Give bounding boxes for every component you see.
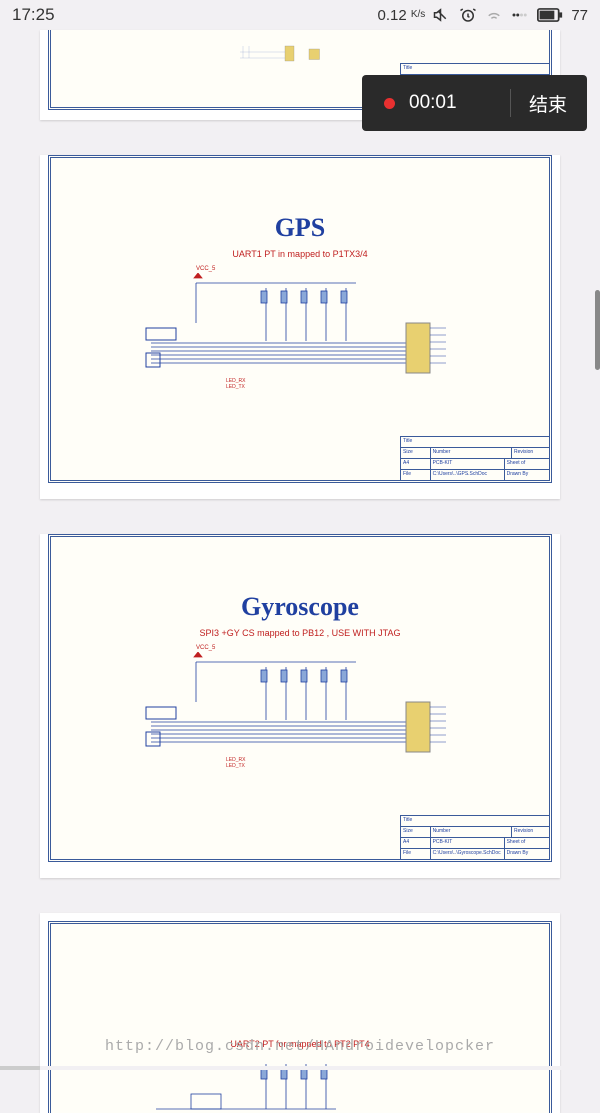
battery-percent: 77 [571,7,588,24]
scrollbar-thumb[interactable] [595,290,600,370]
scrollbar[interactable] [595,30,600,1067]
schematic-title [51,924,549,979]
circuit-diagram [136,273,466,403]
network-speed: 0.12 K/s [377,7,425,24]
led-labels: LED_RXLED_TX [226,757,245,769]
schematic-card-gyroscope[interactable]: Gyroscope SPI3 +GY CS mapped to PB12 , U… [40,534,560,878]
alarm-icon [459,6,477,24]
record-dot-icon [384,98,395,109]
watermark: http://blog.csdn.net/HAndroidevelopcker [0,1038,600,1055]
circuit-diagram [136,652,466,782]
clock: 17:25 [12,5,55,25]
schematic-card-gps[interactable]: GPS UART1 PT in mapped to P1TX3/4 VCC_5 [40,155,560,499]
wifi-icon [485,6,503,24]
battery-icon [537,6,563,24]
recording-time: 00:01 [409,92,492,114]
recording-overlay: 00:01 结束 [362,75,587,131]
vcc-label: VCC_5 [196,266,215,272]
schematic-title: Gyroscope [51,537,549,622]
content-scroll[interactable]: Title SizeNumberRevision A4 DateSheet of… [0,30,600,1113]
mute-icon [433,6,451,24]
schematic-title: GPS [51,158,549,243]
led-labels: LED_RXLED_TX [226,378,245,390]
schematic-note: SPI3 +GY CS mapped to PB12 , USE WITH JT… [51,628,549,638]
schematic-note: UART1 PT in mapped to P1TX3/4 [51,249,549,259]
status-bar: 17:25 0.12 K/s 77 [0,0,600,30]
title-block: Title SizeNumberRevision A4PCB-KITSheet … [400,436,550,481]
vcc-label: VCC_5 [196,645,215,651]
divider [510,89,511,117]
title-block: Title SizeNumberRevision A4PCB-KITSheet … [400,815,550,860]
end-recording-button[interactable]: 结束 [529,90,567,117]
signal-icon [511,6,529,24]
schematic-card[interactable]: UART2 PT for mapped to PT2 PT4 [40,913,560,1113]
